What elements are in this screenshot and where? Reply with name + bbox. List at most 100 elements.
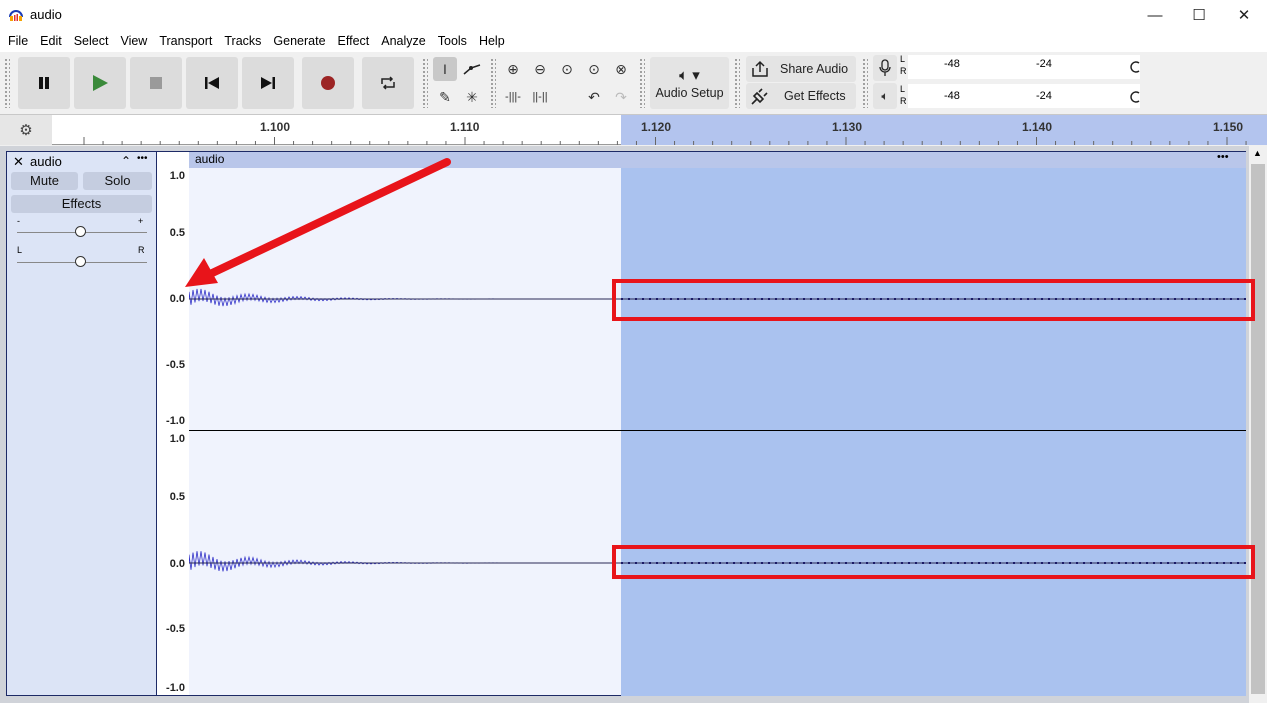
redo-icon: ↷ [615,88,627,105]
close-button[interactable]: ✕ [1221,0,1267,30]
gear-icon: ⚙ [19,122,33,139]
menu-select[interactable]: Select [68,30,115,52]
collapse-icon[interactable]: ⌃ [121,154,131,168]
scrollbar-thumb[interactable] [1251,164,1265,694]
loop-button[interactable] [362,57,414,109]
zoom-toggle-icon: ⊗ [615,60,627,77]
toolbar-grip[interactable] [4,58,10,108]
menu-analyze[interactable]: Analyze [375,30,431,52]
menu-tracks[interactable]: Tracks [218,30,267,52]
track-close-icon[interactable]: ✕ [13,154,24,170]
maximize-button[interactable]: ☐ [1176,0,1222,30]
microphone-icon [879,59,891,76]
asterisk-icon: ✳ [466,88,478,105]
ruler-tick-label: 1.110 [450,120,480,134]
playback-meter[interactable] [908,84,1140,108]
track-name[interactable]: audio [30,154,62,169]
multi-tool-button[interactable]: ✳ [460,85,484,109]
zoom-out-icon: ⊖ [534,60,546,77]
share-icon [752,60,768,77]
gain-slider-thumb[interactable] [75,226,86,237]
toolbar-grip[interactable] [734,58,740,108]
record-meter-tick: -48 [944,58,960,70]
envelope-tool-button[interactable] [460,57,484,81]
meter-clip-icon [1130,91,1140,103]
i-beam-icon: I [443,61,447,77]
mute-button[interactable]: Mute [11,172,78,190]
solo-button[interactable]: Solo [83,172,152,190]
record-meter[interactable] [908,55,1140,79]
playback-speaker-icon: 🔈︎ [881,88,889,103]
clip-menu-icon[interactable]: ••• [1217,151,1229,163]
scroll-up-icon[interactable]: ▲ [1253,148,1262,158]
window-title: audio [30,7,62,22]
menu-transport[interactable]: Transport [153,30,218,52]
playback-meter-tick: -48 [944,90,960,102]
speaker-icon: 🔈︎ ▾ [679,67,700,84]
vertical-scrollbar[interactable]: ▲ [1249,146,1267,703]
minimize-button[interactable]: — [1132,0,1178,30]
menu-edit[interactable]: Edit [34,30,68,52]
zoom-out-button[interactable]: ⊖ [528,57,552,81]
title-bar: audio — ☐ ✕ [0,0,1267,30]
silence-icon: ||-|| [532,91,548,103]
undo-icon: ↶ [588,88,600,105]
toolbar-grip[interactable] [490,58,496,108]
record-button[interactable] [302,57,354,109]
amplitude-label: 1.0 [169,433,185,445]
meter-channel-r: R [900,96,907,106]
toolbar: I ✎ ✳ ⊕ ⊖ ⊙ ⊙ ⊗ -|||- ||-|| ↶ ↷ 🔈︎ ▾ Aud… [0,52,1267,115]
menu-tools[interactable]: Tools [432,30,473,52]
ruler-tick-label: 1.140 [1022,120,1053,134]
pan-slider-thumb[interactable] [75,256,86,267]
pause-button[interactable] [18,57,70,109]
redo-button[interactable]: ↷ [609,85,633,109]
fit-selection-button[interactable]: ⊙ [555,57,579,81]
effects-button[interactable]: Effects [11,195,152,213]
plug-icon [751,88,768,105]
menu-view[interactable]: View [114,30,153,52]
audio-setup-button[interactable]: 🔈︎ ▾ Audio Setup [650,57,729,109]
timeline-settings-button[interactable]: ⚙ [0,115,52,145]
audio-setup-label: Audio Setup [655,86,724,100]
menu-effect[interactable]: Effect [332,30,376,52]
ruler-tick-label: 1.150 [1213,120,1244,134]
record-meter-button[interactable] [873,55,897,81]
fit-project-button[interactable]: ⊙ [582,57,606,81]
toolbar-grip[interactable] [422,58,428,108]
pencil-icon: ✎ [439,88,451,105]
track-control-panel: ✕ audio ⌃ ••• Mute Solo Effects - + L R [6,151,157,696]
menu-bar: File Edit Select View Transport Tracks G… [0,30,1267,52]
draw-tool-button[interactable]: ✎ [433,85,457,109]
toolbar-grip[interactable] [639,58,645,108]
menu-help[interactable]: Help [473,30,511,52]
amplitude-label: -1.0 [166,415,185,427]
menu-generate[interactable]: Generate [267,30,331,52]
selection-tool-button[interactable]: I [433,57,457,81]
ruler-minor-ticks [83,137,1247,145]
timeline-ruler[interactable]: ⚙ 1.100 1.110 1.120 1.130 1.140 1.150 [0,115,1267,145]
gain-plus-label: + [138,216,144,226]
silence-button[interactable]: ||-|| [528,85,552,109]
play-button[interactable] [74,57,126,109]
stop-button[interactable] [130,57,182,109]
share-audio-button[interactable]: Share Audio [746,56,856,82]
meter-channel-l: L [900,84,906,94]
zoom-in-button[interactable]: ⊕ [501,57,525,81]
skip-to-end-button[interactable] [242,57,294,109]
amplitude-label: -0.5 [166,359,185,371]
get-effects-button[interactable]: Get Effects [746,83,856,109]
trim-button[interactable]: -|||- [501,85,525,109]
undo-button[interactable]: ↶ [582,85,606,109]
get-effects-label: Get Effects [784,89,846,103]
share-audio-label: Share Audio [780,62,849,76]
skip-to-start-button[interactable] [186,57,238,109]
stop-icon [150,77,162,89]
track-menu-icon[interactable]: ••• [137,153,148,164]
annotation-arrow [185,158,451,287]
menu-file[interactable]: File [2,30,34,52]
playback-meter-button[interactable]: 🔈︎ [873,83,897,109]
zoom-toggle-button[interactable]: ⊗ [609,57,633,81]
toolbar-grip[interactable] [862,58,868,108]
record-meter-tick: -24 [1036,58,1052,70]
